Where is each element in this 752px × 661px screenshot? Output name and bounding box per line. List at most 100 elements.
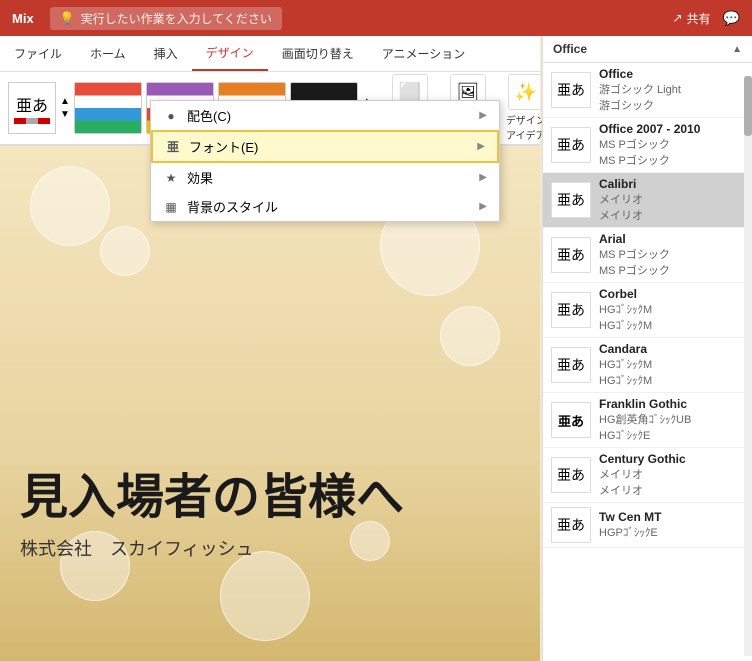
comment-icon[interactable]: 💬 — [723, 10, 740, 27]
ribbon-tabs: ファイル ホーム 挿入 デザイン 画面切り替え アニメーション — [0, 36, 540, 72]
font-item-candara[interactable]: 亜あ Candara HGｺﾞｼｯｸM HGｺﾞｼｯｸM — [543, 338, 752, 393]
font-item-franklin[interactable]: 亜あ Franklin Gothic HG創英角ｺﾞｼｯｸUB HGｺﾞｼｯｸE — [543, 393, 752, 448]
menu-item-font[interactable]: 亜 フォント(E) ▶ — [151, 130, 499, 163]
font-thumb-tw-cen: 亜あ — [551, 507, 591, 543]
font-name-office: Office — [599, 67, 681, 81]
font-thumb-text: 亜あ — [557, 80, 585, 100]
titlebar: Mix 💡 実行したい作業を入力してください ↗ 共有 💬 — [0, 0, 752, 36]
font-subname2-century-gothic: メイリオ — [599, 482, 686, 498]
font-subname2-office: 游ゴシック — [599, 97, 681, 113]
font-name-century-gothic: Century Gothic — [599, 452, 686, 466]
tab-home[interactable]: ホーム — [76, 36, 140, 71]
menu-color-label: 配色(C) — [187, 106, 471, 125]
scroll-arrows[interactable]: ▲ ▼ — [60, 96, 70, 120]
tab-design[interactable]: デザイン — [192, 36, 268, 71]
font-thumb-candara: 亜あ — [551, 347, 591, 383]
menu-font-label: フォント(E) — [189, 137, 469, 156]
drop-2 — [100, 226, 150, 276]
thumb-text: 亜あ — [16, 92, 48, 116]
font-thumb-text: 亜あ — [557, 135, 585, 155]
search-bar[interactable]: 💡 実行したい作業を入力してください — [50, 7, 282, 30]
current-theme-thumb[interactable]: 亜あ — [8, 82, 56, 134]
tab-insert[interactable]: 挿入 — [140, 36, 192, 71]
arrow-icon-font: ▶ — [477, 141, 485, 152]
font-info-tw-cen: Tw Cen MT HGPｺﾞｼｯｸE — [599, 510, 661, 540]
font-info-calibri: Calibri メイリオ メイリオ — [599, 177, 643, 223]
share-icon: ↗ — [672, 11, 682, 25]
drop-4 — [440, 306, 500, 366]
scroll-down-icon[interactable]: ▼ — [60, 109, 70, 120]
font-thumb-office-2007: 亜あ — [551, 127, 591, 163]
design-ideas-label: デザインアイデア — [506, 112, 546, 142]
drop-7 — [220, 551, 310, 641]
slide-content[interactable]: 見入場者の皆様へ 株式会社 スカイフィッシュ — [0, 146, 540, 661]
font-subname2-candara: HGｺﾞｼｯｸM — [599, 372, 652, 388]
font-panel-header: Office ▲ — [543, 36, 752, 63]
font-subname2-calibri: メイリオ — [599, 207, 643, 223]
menu-bgstyle-label: 背景のスタイル — [187, 197, 471, 216]
font-subname2-office-2007: MS Pゴシック — [599, 152, 700, 168]
font-item-office-2007[interactable]: 亜あ Office 2007 - 2010 MS Pゴシック MS Pゴシック — [543, 118, 752, 173]
lightbulb-icon: 💡 — [60, 11, 75, 25]
menu-item-bgstyle[interactable]: ▦ 背景のスタイル ▶ — [151, 192, 499, 221]
font-thumb-text: 亜あ — [557, 465, 585, 485]
slide-area: 見入場者の皆様へ 株式会社 スカイフィッシュ — [0, 146, 540, 661]
app-name: Mix — [12, 11, 34, 26]
font-panel-scrollbar[interactable] — [744, 76, 752, 136]
font-thumb-text: 亜あ — [557, 515, 585, 535]
font-thumb-arial: 亜あ — [551, 237, 591, 273]
font-info-corbel: Corbel HGｺﾞｼｯｸM HGｺﾞｼｯｸM — [599, 287, 652, 333]
font-name-calibri: Calibri — [599, 177, 643, 191]
theme-1[interactable] — [74, 82, 142, 134]
slide-text-area: 見入場者の皆様へ 株式会社 スカイフィッシュ — [20, 457, 404, 561]
scroll-up-icon[interactable]: ▲ — [60, 96, 70, 107]
font-name-office-2007: Office 2007 - 2010 — [599, 122, 700, 136]
tab-animation[interactable]: アニメーション — [368, 36, 480, 71]
menu-item-color[interactable]: ● 配色(C) ▶ — [151, 101, 499, 130]
font-thumb-corbel: 亜あ — [551, 292, 591, 328]
font-subname1-tw-cen: HGPｺﾞｼｯｸE — [599, 524, 661, 540]
share-label: 共有 — [687, 10, 711, 27]
font-name-franklin: Franklin Gothic — [599, 397, 691, 411]
font-thumb-text: 亜あ — [557, 300, 585, 320]
color-icon: ● — [163, 108, 179, 124]
context-menu: ● 配色(C) ▶ 亜 フォント(E) ▶ ★ 効果 ▶ ▦ 背景のスタイル ▶ — [150, 100, 500, 222]
font-item-arial[interactable]: 亜あ Arial MS Pゴシック MS Pゴシック — [543, 228, 752, 283]
font-icon: 亜 — [165, 139, 181, 155]
drop-1 — [30, 166, 110, 246]
arrow-icon-effect: ▶ — [479, 172, 487, 183]
titlebar-right: ↗ 共有 💬 — [672, 10, 740, 27]
titlebar-left: Mix 💡 実行したい作業を入力してください — [12, 7, 672, 30]
panel-collapse-icon[interactable]: ▲ — [732, 44, 742, 55]
font-subname1-arial: MS Pゴシック — [599, 246, 670, 262]
slide-subtitle[interactable]: 株式会社 スカイフィッシュ — [20, 535, 404, 561]
font-name-candara: Candara — [599, 342, 652, 356]
slide-title[interactable]: 見入場者の皆様へ — [20, 457, 404, 527]
font-panel-scrolltrack[interactable] — [744, 76, 752, 656]
font-subname1-century-gothic: メイリオ — [599, 466, 686, 482]
font-thumb-century-gothic: 亜あ — [551, 457, 591, 493]
font-subname1-corbel: HGｺﾞｼｯｸM — [599, 301, 652, 317]
effect-icon: ★ — [163, 170, 179, 186]
font-subname2-corbel: HGｺﾞｼｯｸM — [599, 317, 652, 333]
search-placeholder: 実行したい作業を入力してください — [81, 10, 272, 27]
font-panel: Office ▲ 亜あ Office 游ゴシック Light 游ゴシック 亜あ … — [542, 36, 752, 661]
menu-item-effect[interactable]: ★ 効果 ▶ — [151, 163, 499, 192]
tab-transition[interactable]: 画面切り替え — [268, 36, 368, 71]
font-subname1-office: 游ゴシック Light — [599, 81, 681, 97]
font-subname1-calibri: メイリオ — [599, 191, 643, 207]
font-thumb-calibri: 亜あ — [551, 182, 591, 218]
font-info-franklin: Franklin Gothic HG創英角ｺﾞｼｯｸUB HGｺﾞｼｯｸE — [599, 397, 691, 443]
font-item-tw-cen[interactable]: 亜あ Tw Cen MT HGPｺﾞｼｯｸE — [543, 503, 752, 548]
font-item-century-gothic[interactable]: 亜あ Century Gothic メイリオ メイリオ — [543, 448, 752, 503]
font-item-office[interactable]: 亜あ Office 游ゴシック Light 游ゴシック — [543, 63, 752, 118]
font-item-corbel[interactable]: 亜あ Corbel HGｺﾞｼｯｸM HGｺﾞｼｯｸM — [543, 283, 752, 338]
font-name-corbel: Corbel — [599, 287, 652, 301]
font-info-arial: Arial MS Pゴシック MS Pゴシック — [599, 232, 670, 278]
arrow-icon-color: ▶ — [479, 110, 487, 121]
font-name-arial: Arial — [599, 232, 670, 246]
tab-file[interactable]: ファイル — [0, 36, 76, 71]
share-button[interactable]: ↗ 共有 — [672, 10, 710, 27]
font-subname2-arial: MS Pゴシック — [599, 262, 670, 278]
font-item-calibri[interactable]: 亜あ Calibri メイリオ メイリオ — [543, 173, 752, 228]
